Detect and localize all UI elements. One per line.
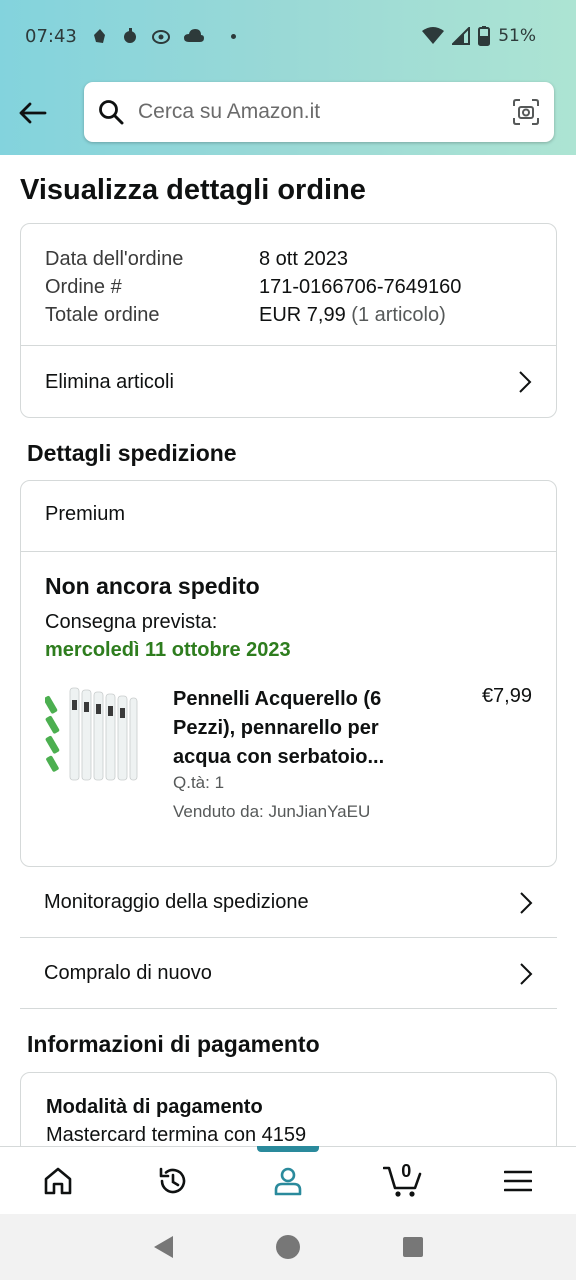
- search-input[interactable]: [138, 100, 512, 124]
- cart-count: 0: [401, 1161, 412, 1181]
- chevron-right-icon: [520, 891, 533, 914]
- track-shipment-label: Monitoraggio della spedizione: [44, 891, 309, 913]
- order-number-value: 171-0166706-7649160: [259, 276, 462, 298]
- buy-again-label: Compralo di nuovo: [44, 962, 212, 984]
- back-button[interactable]: [14, 96, 50, 130]
- dot-icon: [230, 33, 236, 39]
- home-icon: [44, 1167, 71, 1194]
- shipping-heading: Dettagli spedizione: [27, 440, 237, 466]
- shipment-card: Premium Non ancora spedito Consegna prev…: [20, 480, 557, 867]
- payment-method-label: Modalità di pagamento: [46, 1096, 263, 1118]
- divider: [21, 551, 556, 552]
- delivery-label: Consegna prevista:: [45, 611, 218, 633]
- buy-again-link[interactable]: Compralo di nuovo: [20, 939, 557, 1009]
- notification-app-icon: [93, 29, 105, 43]
- nav-menu[interactable]: [461, 1147, 576, 1214]
- system-recents-icon[interactable]: [401, 1235, 425, 1259]
- battery-icon: [478, 26, 491, 46]
- delete-items-label: Elimina articoli: [45, 370, 174, 393]
- shipment-status: Non ancora spedito: [45, 573, 260, 599]
- arrow-left-icon: [19, 102, 47, 124]
- order-date-label: Data dell'ordine: [45, 248, 184, 270]
- chevron-right-icon: [520, 962, 533, 985]
- top-header: 07:43 51%: [0, 0, 576, 155]
- signal-icon: [452, 27, 471, 45]
- status-time: 07:43: [25, 25, 77, 47]
- nav-history[interactable]: [115, 1147, 230, 1214]
- order-number-row: Ordine # 171-0166706-7649160: [45, 273, 461, 301]
- status-bar: 07:43 51%: [25, 22, 536, 50]
- order-summary-card: Data dell'ordine 8 ott 2023 Ordine # 171…: [20, 223, 557, 418]
- search-icon: [99, 100, 124, 125]
- menu-icon: [504, 1170, 533, 1191]
- product-title[interactable]: Pennelli Acquerello (6 Pezzi), pennarell…: [173, 685, 418, 772]
- delivery-date: mercoledì 11 ottobre 2023: [45, 639, 291, 661]
- order-date-value: 8 ott 2023: [259, 248, 348, 270]
- search-bar[interactable]: [84, 82, 554, 142]
- account-icon: [274, 1167, 302, 1195]
- order-item-count: (1 articolo): [351, 304, 446, 326]
- system-home-icon[interactable]: [275, 1234, 301, 1260]
- order-total-row: Totale ordine EUR 7,99 (1 articolo): [45, 301, 461, 329]
- payment-method-value: Mastercard termina con 4159: [46, 1124, 307, 1146]
- system-nav-bar: [0, 1214, 576, 1280]
- notification-app-icon: [151, 30, 170, 44]
- system-back-icon[interactable]: [151, 1234, 175, 1260]
- camera-scan-icon[interactable]: [512, 98, 540, 126]
- chevron-right-icon: [519, 371, 532, 393]
- history-icon: [159, 1167, 186, 1193]
- product-seller: Venduto da: JunJianYaEU: [173, 802, 371, 821]
- notification-icons: [91, 27, 236, 45]
- page-title: Visualizza dettagli ordine: [20, 174, 366, 206]
- product-price: €7,99: [481, 685, 532, 707]
- order-date-row: Data dell'ordine 8 ott 2023: [45, 245, 461, 273]
- wifi-icon: [422, 27, 445, 44]
- order-total-label: Totale ordine: [45, 304, 160, 326]
- notification-app-icon: [123, 28, 136, 43]
- nav-cart[interactable]: 0: [346, 1147, 461, 1214]
- product-quantity: Q.tà: 1: [173, 773, 225, 792]
- bottom-nav: 0: [0, 1146, 576, 1214]
- order-number-label: Ordine #: [45, 276, 122, 298]
- payment-heading: Informazioni di pagamento: [27, 1031, 320, 1057]
- cloud-icon: [183, 29, 204, 42]
- order-info: Data dell'ordine 8 ott 2023 Ordine # 171…: [45, 245, 461, 329]
- product-image[interactable]: [45, 686, 145, 786]
- nav-account[interactable]: [230, 1147, 345, 1214]
- track-shipment-link[interactable]: Monitoraggio della spedizione: [20, 868, 557, 938]
- battery-percent: 51%: [498, 26, 536, 46]
- order-total-value: EUR 7,99 (1 articolo): [259, 301, 446, 329]
- status-right: 51%: [422, 26, 536, 46]
- delete-items-link[interactable]: Elimina articoli: [21, 346, 556, 418]
- shipping-method: Premium: [45, 503, 126, 525]
- order-total-amount: EUR 7,99: [259, 304, 346, 326]
- nav-home[interactable]: [0, 1147, 115, 1214]
